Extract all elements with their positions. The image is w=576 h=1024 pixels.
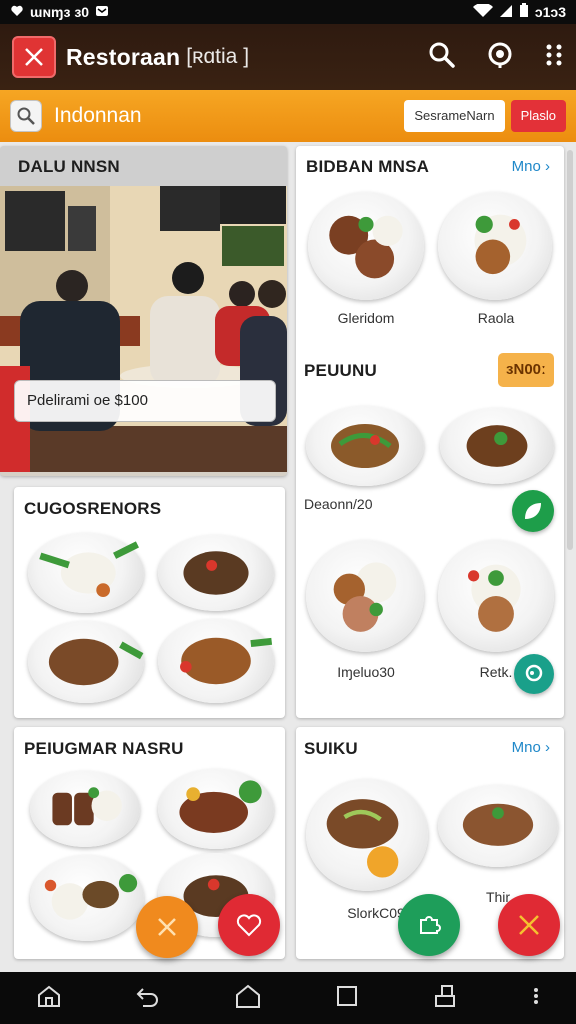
dish-image[interactable] (158, 619, 274, 703)
scrollbar[interactable] (567, 150, 573, 550)
profile-icon (434, 984, 455, 1007)
battery-icon (519, 3, 529, 21)
dish-image[interactable] (438, 192, 552, 300)
popular-card-title: PEIUGMAR NASRU (24, 739, 184, 758)
restaurant-card[interactable]: DALU NNSN (0, 146, 287, 476)
more-button[interactable] (544, 41, 564, 74)
signal-icon (499, 4, 513, 21)
promo-card-title: PEUUNU (304, 361, 377, 380)
app-bar: Restoraan [ʀɑtia ] (0, 24, 576, 90)
restaurant-photo (0, 186, 287, 472)
restaurant-card-title: DALU NNSN (18, 157, 120, 176)
app-root: ɯɴɱɜ ɜ0 ɔ1ɔ3 Restoraan [ʀɑtia ] Indonnan… (0, 0, 576, 1024)
search-input[interactable]: Indonnan (54, 104, 142, 128)
dish-image[interactable] (308, 192, 424, 300)
recents-button[interactable] (334, 983, 360, 1014)
close-icon (25, 48, 43, 66)
place-button[interactable]: Plaslo (510, 100, 566, 132)
reservation-button[interactable]: SesrameNarn (404, 100, 505, 132)
more-vert-icon (546, 44, 562, 65)
dish-image[interactable] (30, 855, 144, 941)
navigation-bar (0, 972, 576, 1024)
search-bar: Indonnan SesrameNarn Plaslo (0, 90, 576, 142)
puzzle-fab[interactable] (398, 894, 460, 956)
leaf-button[interactable] (512, 490, 554, 532)
close-button[interactable] (12, 36, 56, 78)
dish-image[interactable] (30, 771, 140, 847)
dish-image[interactable] (28, 533, 144, 613)
dish-image[interactable] (438, 540, 554, 652)
chat-icon (525, 664, 543, 682)
dish-image[interactable] (306, 406, 424, 486)
favorite-fab[interactable] (218, 894, 280, 956)
back-icon (136, 987, 158, 1007)
search-field-button[interactable] (10, 100, 42, 132)
location-icon (488, 42, 512, 68)
puzzle-icon (420, 916, 441, 934)
dish-image[interactable] (306, 779, 428, 891)
dish-label: Iɱeluo30 (337, 664, 395, 680)
notification-icon (95, 4, 109, 21)
price-label: Pdelirami oe $100 (14, 380, 276, 422)
dish-image[interactable] (158, 769, 274, 849)
dish-image[interactable] (306, 540, 424, 652)
house-icon (235, 984, 260, 1008)
leaf-icon (525, 503, 541, 519)
home-nav-button[interactable] (36, 983, 62, 1014)
status-time: ɔ1ɔ3 (534, 4, 566, 20)
heart-icon (236, 914, 262, 937)
chat-button[interactable] (514, 654, 554, 694)
soup-card-title: SUIKU (304, 739, 358, 758)
close-icon (158, 918, 176, 936)
dish-image[interactable] (438, 785, 558, 867)
categories-card-title: CUGOSRENORS (24, 499, 162, 518)
promo-badge[interactable]: ɜN00ː (498, 353, 554, 387)
status-bar: ɯɴɱɜ ɜ0 ɔ1ɔ3 (0, 0, 576, 24)
dish-label: Gleridom (337, 310, 395, 326)
dish-image[interactable] (158, 535, 274, 611)
heart-status-icon (10, 4, 24, 21)
dish-image[interactable] (28, 621, 144, 703)
featured-card[interactable]: BIDBAN MNSA Mno › Gleridom Raola PEUUNU … (296, 146, 564, 718)
featured-more-link[interactable]: Mno › (512, 158, 550, 175)
cancel-fab[interactable] (136, 896, 198, 958)
page-title: Restoraan (66, 43, 181, 70)
home-button[interactable] (234, 983, 262, 1014)
back-nav-button[interactable] (135, 983, 161, 1014)
search-icon (429, 42, 455, 68)
profile-nav-button[interactable] (433, 983, 459, 1014)
categories-card[interactable]: CUGOSRENORS (14, 487, 285, 718)
dish-label: Raola (477, 310, 515, 326)
tools-fab[interactable] (498, 894, 560, 956)
soup-more-link[interactable]: Mno › (512, 739, 550, 756)
square-icon (337, 985, 358, 1006)
page-subtitle: [ʀɑtia ] (186, 45, 250, 68)
tools-icon (519, 915, 539, 935)
status-left-text: ɯɴɱɜ ɜ0 (30, 4, 90, 20)
promo-price: Deaonn/20 (304, 496, 373, 512)
location-button[interactable] (486, 41, 514, 74)
more-vert-icon (533, 987, 538, 1004)
more-nav-button[interactable] (532, 985, 540, 1012)
search-icon (17, 107, 35, 125)
wifi-icon (472, 2, 493, 21)
dish-image[interactable] (440, 408, 554, 484)
home-icon (38, 985, 61, 1007)
search-button[interactable] (428, 41, 456, 74)
featured-card-title: BIDBAN MNSA (306, 157, 430, 176)
